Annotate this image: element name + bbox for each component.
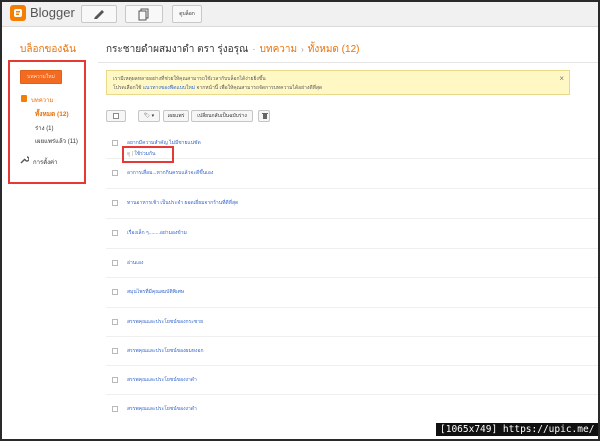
row-divider bbox=[106, 365, 598, 366]
post-actions: ดู | ใช้ร่วมกัน bbox=[127, 150, 155, 158]
header-divider bbox=[98, 62, 598, 63]
pencil-icon bbox=[94, 10, 104, 19]
post-checkbox[interactable] bbox=[112, 200, 118, 206]
sidebar-item-settings[interactable]: การตั้งค่า bbox=[33, 157, 57, 167]
posts-icon bbox=[21, 95, 27, 102]
posts-list-button[interactable] bbox=[125, 5, 163, 23]
row-divider bbox=[106, 394, 598, 395]
top-bar: Blogger ดูบล็อก bbox=[2, 2, 598, 27]
row-divider bbox=[106, 158, 598, 159]
chevron-right-icon: › bbox=[301, 45, 304, 54]
notice-prefix: โปรดเลือกใช้ bbox=[113, 85, 142, 91]
sidebar-item-drafts[interactable]: ร่าง (1) bbox=[35, 123, 54, 133]
breadcrumb-filter: ทั้งหมด (12) bbox=[307, 44, 360, 55]
post-checkbox[interactable] bbox=[112, 406, 118, 412]
checkbox-icon bbox=[113, 113, 119, 119]
image-caption: [1065x749] https://upic.me/ bbox=[436, 423, 599, 436]
post-checkbox[interactable] bbox=[112, 140, 118, 146]
blogger-logo-icon[interactable] bbox=[10, 5, 26, 21]
row-divider bbox=[106, 277, 598, 278]
sidebar-item-all[interactable]: ทั้งหมด (12) bbox=[35, 109, 69, 119]
delete-button[interactable] bbox=[258, 110, 270, 122]
row-divider bbox=[106, 188, 598, 189]
new-post-button[interactable] bbox=[81, 5, 117, 23]
blog-name[interactable]: กระชายดำผสมงาดำ ตรา รุ่งอรุณ bbox=[106, 44, 248, 55]
row-divider bbox=[106, 336, 598, 337]
breadcrumb-separator-dot: · bbox=[252, 44, 256, 55]
sidebar-item-published[interactable]: เผยแพร่แล้ว (11) bbox=[35, 136, 78, 146]
publish-button[interactable]: เผยแพร่ bbox=[163, 110, 189, 122]
pages-icon bbox=[138, 8, 149, 21]
post-checkbox[interactable] bbox=[112, 289, 118, 295]
post-title-link[interactable]: สรรพคุณและประโยชน์ของกระชาย bbox=[127, 318, 203, 326]
logo-text: Blogger bbox=[30, 5, 75, 20]
post-title-link[interactable]: สรรพคุณและประโยชน์ของผมหงอก bbox=[127, 347, 204, 355]
trash-icon bbox=[262, 113, 268, 119]
post-title-link[interactable]: สรรพคุณและประโยชน์ของงาดำ bbox=[127, 405, 197, 413]
breadcrumb: กระชายดำผสมงาดำ ตรา รุ่งอรุณ · บทความ › ทั้ง… bbox=[106, 42, 359, 57]
close-icon[interactable]: × bbox=[559, 74, 564, 83]
notice-suffix: จากหน้านี้ เพื่อให้คุณสามารถจัดการบทความ… bbox=[196, 85, 323, 91]
notice-banner: เรามีเหตุผลหลายอย่างที่ช่วยให้คุณสามารถใ… bbox=[106, 70, 570, 95]
post-title-link[interactable]: อาการเสื่อม...หากกินครบแล้วจะดีขึ้นเอง bbox=[127, 169, 213, 177]
my-blogs-link[interactable]: บล็อกของฉัน bbox=[20, 42, 76, 57]
select-all-checkbox[interactable] bbox=[106, 110, 126, 122]
wrench-icon bbox=[20, 156, 29, 164]
notice-line-1: เรามีเหตุผลหลายอย่างที่ช่วยให้คุณสามารถใ… bbox=[113, 76, 266, 82]
new-post-sidebar-button[interactable]: บทความใหม่ bbox=[20, 70, 62, 84]
post-title-link[interactable]: สรรพคุณและประโยชน์ของงาดำ bbox=[127, 376, 197, 384]
post-checkbox[interactable] bbox=[112, 377, 118, 383]
blogger-window: Blogger ดูบล็อก บล็อกของฉัน บทความใหม่ บ… bbox=[0, 0, 600, 441]
row-divider bbox=[106, 218, 598, 219]
sidebar-item-posts[interactable]: บทความ bbox=[31, 95, 53, 105]
post-checkbox[interactable] bbox=[112, 260, 118, 266]
row-divider bbox=[106, 307, 598, 308]
breadcrumb-section[interactable]: บทความ bbox=[260, 44, 297, 55]
post-checkbox[interactable] bbox=[112, 348, 118, 354]
post-checkbox[interactable] bbox=[112, 230, 118, 236]
label-dropdown-button[interactable]: 🏷 ▾ bbox=[138, 110, 160, 122]
post-title-link[interactable]: สมุนไพรที่มีคุณสมบัติพิเศษ bbox=[127, 288, 184, 296]
post-checkbox[interactable] bbox=[112, 319, 118, 325]
view-blog-button[interactable]: ดูบล็อก bbox=[172, 5, 202, 23]
notice-link[interactable]: แนวทางของฟีดแบบใหม่ bbox=[143, 85, 195, 91]
notice-line-2: โปรดเลือกใช้ แนวทางของฟีดแบบใหม่ จากหน้า… bbox=[113, 84, 322, 92]
post-checkbox[interactable] bbox=[112, 170, 118, 176]
revert-to-draft-button[interactable]: เปลี่ยนกลับเป็นฉบับร่าง bbox=[191, 110, 253, 122]
post-title-link[interactable]: เรื่องเล็ก ๆ........อย่ามองข้าม bbox=[127, 229, 187, 237]
row-divider bbox=[106, 248, 598, 249]
post-title-link[interactable]: อ่านเอง bbox=[127, 259, 143, 267]
share-post-link[interactable]: ใช้ร่วมกัน bbox=[134, 151, 155, 157]
view-post-link[interactable]: ดู bbox=[127, 151, 130, 157]
actions-separator: | bbox=[131, 151, 133, 157]
post-title-link[interactable]: ทานอาหารเช้า เป็นประจำ ยอดเยี่ยมจากร้านท… bbox=[127, 199, 238, 207]
